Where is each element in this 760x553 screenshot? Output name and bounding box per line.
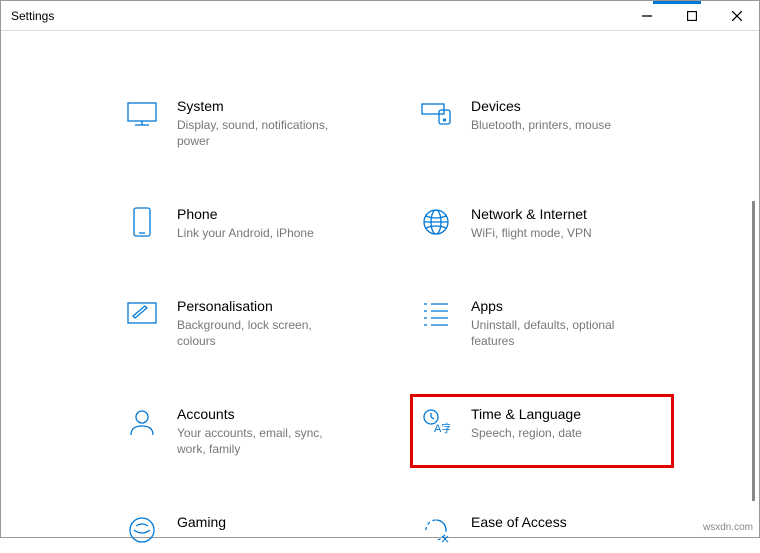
category-label: System (177, 97, 347, 115)
category-gaming[interactable]: Gaming (121, 507, 375, 553)
devices-icon (419, 97, 453, 131)
category-label: Gaming (177, 513, 226, 531)
category-personalisation[interactable]: Personalisation Background, lock screen,… (121, 291, 375, 355)
category-sub: WiFi, flight mode, VPN (471, 225, 592, 241)
category-label: Apps (471, 297, 641, 315)
system-icon (125, 97, 159, 131)
accounts-icon (125, 405, 159, 439)
category-phone[interactable]: Phone Link your Android, iPhone (121, 199, 375, 247)
category-sub: Speech, region, date (471, 425, 582, 441)
accent-strip (653, 1, 701, 4)
settings-window: Settings System Display, sound, notifica… (0, 0, 760, 538)
category-ease-of-access[interactable]: Ease of Access (415, 507, 669, 553)
ease-of-access-icon (419, 513, 453, 547)
time-language-icon: A字 (419, 405, 453, 439)
titlebar: Settings (1, 1, 759, 31)
close-button[interactable] (714, 1, 759, 30)
category-time-language[interactable]: A字 Time & Language Speech, region, date (415, 399, 669, 463)
category-network[interactable]: Network & Internet WiFi, flight mode, VP… (415, 199, 669, 247)
category-devices[interactable]: Devices Bluetooth, printers, mouse (415, 91, 669, 155)
category-label: Network & Internet (471, 205, 592, 223)
watermark: wsxdn.com (703, 522, 753, 533)
content-area: System Display, sound, notifications, po… (1, 31, 759, 537)
maximize-button[interactable] (669, 1, 714, 30)
globe-icon (419, 205, 453, 239)
category-apps[interactable]: Apps Uninstall, defaults, optional featu… (415, 291, 669, 355)
personalisation-icon (125, 297, 159, 331)
category-label: Phone (177, 205, 314, 223)
category-system[interactable]: System Display, sound, notifications, po… (121, 91, 375, 155)
window-title: Settings (11, 9, 54, 23)
category-label: Personalisation (177, 297, 347, 315)
category-sub: Link your Android, iPhone (177, 225, 314, 241)
gaming-icon (125, 513, 159, 547)
window-controls (624, 1, 759, 30)
svg-text:A字: A字 (434, 421, 450, 435)
category-label: Devices (471, 97, 611, 115)
phone-icon (125, 205, 159, 239)
category-label: Time & Language (471, 405, 582, 423)
apps-icon (419, 297, 453, 331)
category-sub: Your accounts, email, sync, work, family (177, 425, 347, 457)
category-accounts[interactable]: Accounts Your accounts, email, sync, wor… (121, 399, 375, 463)
minimize-button[interactable] (624, 1, 669, 30)
category-sub: Background, lock screen, colours (177, 317, 347, 349)
category-sub: Display, sound, notifications, power (177, 117, 347, 149)
category-grid: System Display, sound, notifications, po… (1, 31, 759, 553)
category-label: Accounts (177, 405, 347, 423)
scrollbar-thumb[interactable] (752, 201, 755, 501)
category-sub: Uninstall, defaults, optional features (471, 317, 641, 349)
category-label: Ease of Access (471, 513, 567, 531)
category-sub: Bluetooth, printers, mouse (471, 117, 611, 133)
